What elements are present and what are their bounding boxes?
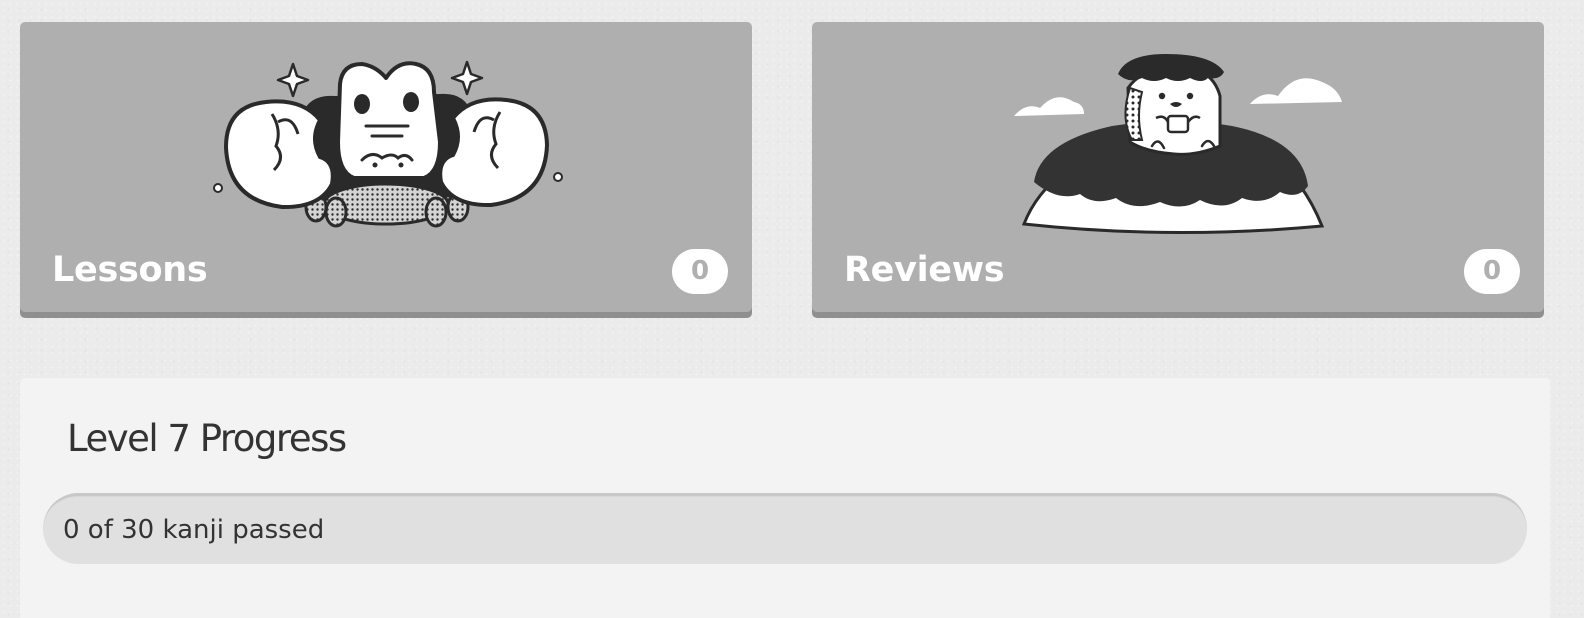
lessons-count-badge: 0: [672, 249, 728, 294]
lessons-card[interactable]: Lessons 0: [20, 22, 752, 312]
reviews-illustration: [1014, 54, 1342, 235]
lessons-title: Lessons: [52, 250, 208, 290]
reviews-card[interactable]: Reviews 0: [812, 22, 1544, 312]
reviews-title: Reviews: [844, 250, 1005, 290]
level-progress-panel: Level 7 Progress 0 of 30 kanji passed: [20, 378, 1550, 618]
level-progress-title: Level 7 Progress: [67, 417, 347, 460]
kanji-progress-label: 0 of 30 kanji passed: [63, 515, 325, 545]
reviews-count-badge: 0: [1464, 249, 1520, 294]
kanji-progress-bar: 0 of 30 kanji passed: [43, 493, 1527, 564]
crabigator-illustration: [213, 60, 563, 228]
